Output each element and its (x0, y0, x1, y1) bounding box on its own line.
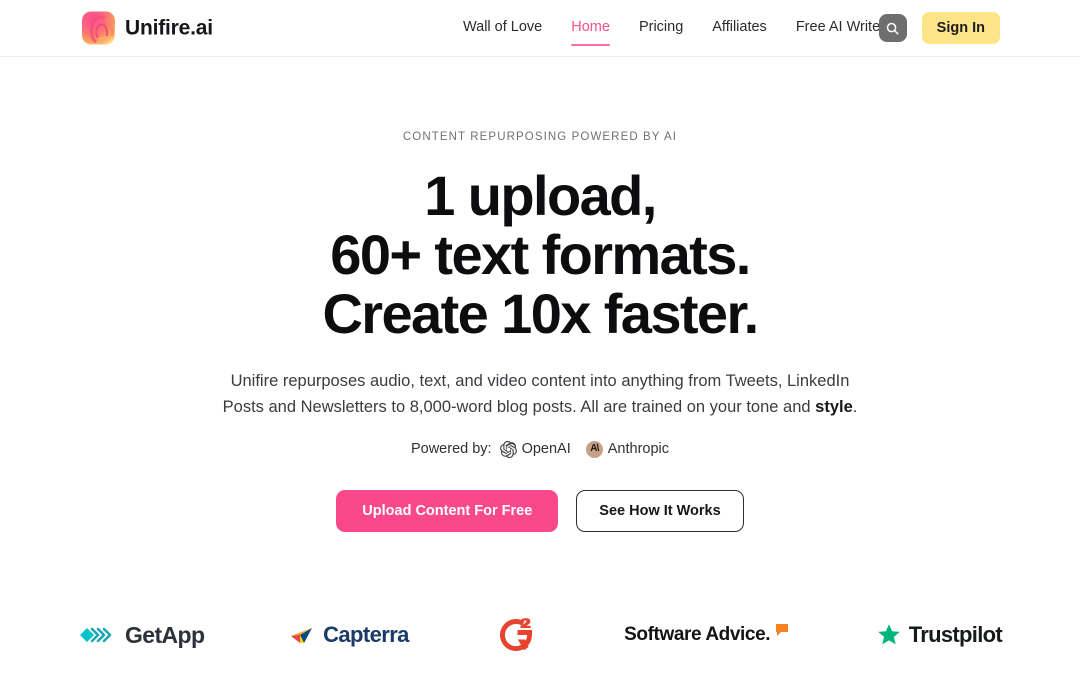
nav-item-free-ai-writer[interactable]: Free AI Writer (796, 19, 885, 37)
hero-section: CONTENT REPURPOSING POWERED BY AI 1 uplo… (0, 57, 1080, 532)
logo-software-advice: Software Advice. (624, 615, 790, 655)
headline-line-3: Create 10x faster. (322, 281, 759, 345)
provider-name-openai: OpenAI (521, 441, 571, 458)
sign-in-button[interactable]: Sign In (921, 12, 1000, 44)
cta-row: Upload Content For Free See How It Works (0, 489, 1080, 532)
logo-trustpilot: Trustpilot (876, 615, 1003, 655)
logo-capterra: Capterra (290, 615, 409, 655)
subheadline-period: . (852, 397, 858, 416)
provider-name-anthropic: Anthropic (607, 441, 670, 458)
hero-eyebrow: CONTENT REPURPOSING POWERED BY AI (402, 131, 678, 143)
logo-label-trustpilot: Trustpilot (908, 622, 1003, 647)
nav-item-home[interactable]: Home (571, 19, 610, 46)
provider-openai: OpenAI (499, 440, 571, 458)
subheadline-emphasis: style (815, 397, 853, 416)
logo-label-capterra: Capterra (323, 622, 409, 647)
getapp-chevrons-icon (80, 627, 112, 643)
header-actions: Sign In (878, 12, 1000, 44)
landing-page: Unifire.ai Wall of Love Home Pricing Aff… (0, 0, 1080, 675)
page-title: 1 upload, 60+ text formats. Create 10x f… (90, 164, 990, 345)
search-icon (886, 22, 899, 35)
logo-getapp: GetApp (78, 615, 205, 655)
openai-logo-icon (499, 440, 517, 458)
software-advice-bubble-icon (776, 624, 789, 636)
see-how-it-works-button[interactable]: See How It Works (576, 489, 744, 532)
capterra-arrow-icon (291, 628, 313, 643)
site-header: Unifire.ai Wall of Love Home Pricing Aff… (0, 0, 1080, 57)
brand-logo-link[interactable]: Unifire.ai (82, 11, 213, 45)
logo-label-software-advice: Software Advice. (624, 624, 771, 645)
search-button[interactable] (878, 14, 907, 42)
anthropic-logo-icon: A\ (585, 440, 603, 458)
logo-g2: G2 (494, 615, 538, 655)
nav-item-affiliates[interactable]: Affiliates (712, 19, 767, 37)
headline-line-1: 1 upload, (424, 164, 657, 227)
nav-item-wall-of-love[interactable]: Wall of Love (463, 19, 542, 37)
main-nav: Wall of Love Home Pricing Affiliates Fre… (463, 19, 885, 46)
hero-subheadline: Unifire repurposes audio, text, and vide… (210, 369, 870, 420)
powered-by-label: Powered by: (410, 441, 492, 458)
provider-anthropic: A\ Anthropic (585, 440, 670, 458)
trustpilot-star-icon (877, 624, 900, 645)
brand-name: Unifire.ai (125, 16, 213, 39)
upload-content-button[interactable]: Upload Content For Free (336, 489, 559, 532)
partner-logo-bar: GetApp Capterra G2 Software Advice. (0, 605, 1080, 665)
g2-logo-icon: G2 (500, 618, 533, 652)
flame-swirl-icon (82, 11, 115, 45)
powered-by-row: Powered by: OpenAI A\ Anthropic (0, 440, 1080, 458)
nav-item-pricing[interactable]: Pricing (639, 19, 683, 37)
logo-label-getapp: GetApp (125, 621, 205, 648)
headline-line-2: 60+ text formats. (330, 222, 751, 286)
subheadline-text: Unifire repurposes audio, text, and vide… (222, 372, 850, 416)
